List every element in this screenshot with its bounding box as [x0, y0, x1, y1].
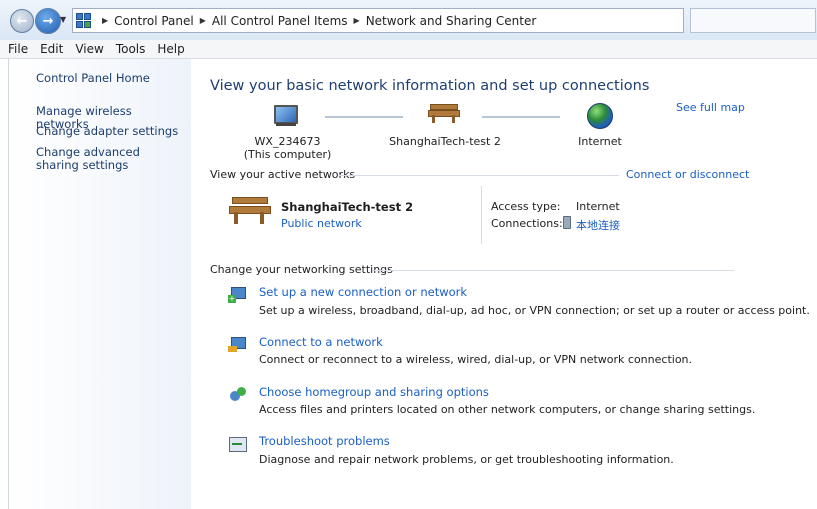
network-name: ShanghaiTech-test 2 [389, 135, 501, 148]
computer-name: WX_234673 [254, 135, 321, 148]
troubleshoot-icon [228, 435, 248, 453]
back-arrow-icon: ← [16, 13, 28, 29]
breadcrumb-control-panel[interactable]: Control Panel [114, 14, 194, 28]
sidebar-control-panel-home[interactable]: Control Panel Home [36, 72, 186, 85]
address-box[interactable]: ▶ Control Panel ▶ All Control Panel Item… [72, 8, 684, 33]
main-content: View your basic network information and … [190, 59, 817, 509]
recent-pages-dropdown[interactable]: ▼ [60, 15, 66, 24]
homegroup-icon [228, 385, 248, 403]
connect-disconnect-link[interactable]: Connect or disconnect [626, 168, 749, 181]
connections-label: Connections: [491, 217, 563, 230]
task-description: Set up a wireless, broadband, dial-up, a… [259, 304, 810, 317]
menu-tools[interactable]: Tools [116, 42, 146, 56]
menu-edit[interactable]: Edit [40, 42, 63, 56]
active-networks-header: View your active networks [210, 168, 356, 181]
task-description: Diagnose and repair network problems, or… [259, 453, 674, 466]
adapter-icon [563, 216, 571, 229]
local-connection-link[interactable]: 本地连接 [576, 217, 620, 233]
change-settings-header: Change your networking settings [210, 263, 393, 276]
internet-label: Internet [578, 135, 622, 148]
new-connection-icon: + [228, 285, 248, 303]
access-type-label: Access type: [491, 200, 561, 213]
menu-bar: File Edit View Tools Help [0, 40, 817, 59]
forward-button[interactable]: → [35, 8, 61, 34]
menu-help[interactable]: Help [157, 42, 184, 56]
address-bar-area: ← → ▼ ▶ Control Panel ▶ All Control Pane… [0, 0, 817, 41]
task-description: Access files and printers located on oth… [259, 403, 756, 416]
see-full-map-link[interactable]: See full map [676, 101, 745, 114]
connect-network-icon [228, 335, 248, 353]
task-title[interactable]: Choose homegroup and sharing options [259, 385, 489, 399]
task-title[interactable]: Set up a new connection or network [259, 285, 467, 299]
search-input[interactable] [690, 8, 816, 33]
task-description: Connect or reconnect to a wireless, wire… [259, 353, 693, 366]
section-divider [339, 175, 619, 176]
map-connector-line [325, 116, 403, 118]
control-panel-icon [76, 12, 92, 29]
breadcrumb-arrow-icon[interactable]: ▶ [102, 16, 108, 25]
computer-icon [274, 105, 298, 124]
section-divider [372, 270, 734, 271]
vertical-divider [481, 186, 482, 244]
breadcrumb-arrow-icon[interactable]: ▶ [354, 16, 360, 25]
sidebar: Control Panel Home Manage wireless netwo… [8, 59, 191, 509]
menu-file[interactable]: File [8, 42, 28, 56]
computer-sub-label: (This computer) [243, 148, 332, 161]
menu-view[interactable]: View [75, 42, 103, 56]
map-connector-line [482, 116, 560, 118]
back-button[interactable]: ← [10, 9, 34, 33]
monitor-stand [276, 123, 296, 126]
globe-icon [587, 103, 613, 129]
access-type-value: Internet [576, 200, 620, 213]
public-network-link[interactable]: Public network [281, 217, 362, 230]
page-title: View your basic network information and … [210, 78, 650, 94]
forward-arrow-icon: → [42, 13, 54, 29]
sidebar-item-advanced-sharing[interactable]: Change advanced sharing settings [36, 146, 166, 172]
sidebar-item-adapter-settings[interactable]: Change adapter settings [36, 125, 186, 138]
task-title[interactable]: Troubleshoot problems [259, 434, 390, 448]
task-title[interactable]: Connect to a network [259, 335, 383, 349]
breadcrumb-network-sharing[interactable]: Network and Sharing Center [366, 14, 537, 28]
breadcrumb-arrow-icon[interactable]: ▶ [200, 16, 206, 25]
breadcrumb-all-items[interactable]: All Control Panel Items [212, 14, 348, 28]
active-network-name: ShanghaiTech-test 2 [281, 200, 414, 214]
